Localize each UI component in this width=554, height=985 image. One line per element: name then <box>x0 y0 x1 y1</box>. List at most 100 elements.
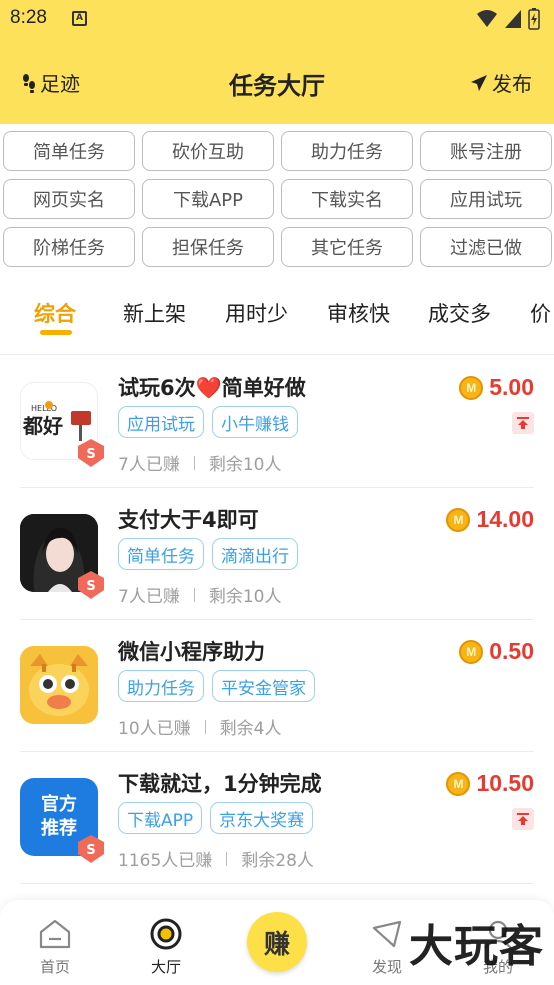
price-value: 5.00 <box>489 374 534 400</box>
meta-divider <box>204 719 206 734</box>
task-meta: 10人已赚 剩余4人 <box>118 714 281 739</box>
task-item[interactable]: 微信小程序助力 助力任务 平安金管家 10人已赚 剩余4人 M 0.50 <box>0 620 554 752</box>
task-title: 试玩6次❤️简单好做 <box>118 376 306 400</box>
discover-icon <box>372 920 402 948</box>
coin-icon: M <box>446 771 471 796</box>
watermark-logo: 大玩客 <box>409 921 544 972</box>
official-recommend-label: 官方推荐 <box>41 794 77 839</box>
status-indicators <box>476 8 540 30</box>
earned-count: 7人已赚 <box>118 587 180 607</box>
wifi-icon <box>477 10 497 27</box>
task-meta: 1165人已赚 剩余28人 <box>118 846 314 871</box>
signal-icon <box>505 10 521 28</box>
tab-new[interactable]: 新上架 <box>123 298 186 328</box>
tab-less-time[interactable]: 用时少 <box>225 298 288 328</box>
category-chip[interactable]: 应用试玩 <box>420 179 552 219</box>
task-tag: 助力任务 <box>118 670 204 702</box>
remaining-count: 剩余28人 <box>241 851 314 871</box>
earned-count: 7人已赚 <box>118 455 180 475</box>
publish-label: 发布 <box>492 72 532 96</box>
nav-hall[interactable]: 大厅 <box>131 918 201 977</box>
task-title: 支付大于4即可 <box>118 508 259 532</box>
category-chip[interactable]: 阶梯任务 <box>3 227 135 267</box>
tab-most-deals[interactable]: 成交多 <box>428 298 491 328</box>
row-divider <box>20 883 534 884</box>
task-item[interactable]: HELLO 都好 S 试玩6次❤️简单好做 应用试玩 小牛赚钱 7人已赚 剩余1… <box>0 356 554 488</box>
category-chip[interactable]: 其它任务 <box>281 227 413 267</box>
task-tag: 下载APP <box>118 802 203 834</box>
shield-badge-icon: S <box>78 571 104 599</box>
publish-button[interactable]: 发布 <box>470 68 532 97</box>
tab-fast-review[interactable]: 审核快 <box>327 298 390 328</box>
remaining-count: 剩余10人 <box>208 587 282 607</box>
category-chip[interactable]: 担保任务 <box>142 227 274 267</box>
tiger-icon <box>20 646 98 724</box>
status-time: 8:28 <box>10 7 47 28</box>
price-value: 10.50 <box>476 770 534 796</box>
top-bar: 足迹 任务大厅 发布 <box>0 38 554 124</box>
coin-icon: M <box>459 375 484 400</box>
category-chip[interactable]: 砍价互助 <box>142 131 274 171</box>
coin-icon: M <box>459 639 484 664</box>
task-price: M 10.50 <box>446 770 534 797</box>
task-app-icon <box>20 646 98 724</box>
category-chip[interactable]: 下载实名 <box>281 179 413 219</box>
task-meta: 7人已赚 剩余10人 <box>118 582 281 607</box>
notification-icon: A <box>72 11 87 26</box>
meta-divider <box>193 455 195 470</box>
pin-top-icon <box>512 808 534 830</box>
task-tag: 京东大奖赛 <box>210 802 314 834</box>
task-tags: 助力任务 平安金管家 <box>118 670 315 702</box>
svg-text:S: S <box>86 843 95 858</box>
battery-icon <box>528 8 540 30</box>
task-tags: 简单任务 滴滴出行 <box>118 538 298 570</box>
task-title: 下载就过，1分钟完成 <box>118 772 322 796</box>
send-icon <box>471 74 487 91</box>
price-value: 0.50 <box>489 638 534 664</box>
earned-count: 10人已赚 <box>118 719 191 739</box>
category-chip[interactable]: 过滤已做 <box>420 227 552 267</box>
task-tag: 小牛赚钱 <box>212 406 298 438</box>
task-tags: 下载APP 京东大奖赛 <box>118 802 314 834</box>
status-bar: 8:28 A <box>0 0 554 38</box>
task-tag: 平安金管家 <box>212 670 315 702</box>
category-chip[interactable]: 下载APP <box>142 179 274 219</box>
nav-hall-label: 大厅 <box>150 958 181 976</box>
svg-text:S: S <box>86 579 95 594</box>
divider <box>0 354 554 355</box>
remaining-count: 剩余10人 <box>208 455 282 475</box>
category-chip[interactable]: 助力任务 <box>281 131 413 171</box>
category-chip[interactable]: 网页实名 <box>3 179 135 219</box>
task-title: 微信小程序助力 <box>118 640 265 664</box>
nav-home[interactable]: 首页 <box>20 918 90 977</box>
active-tab-indicator <box>40 330 72 335</box>
task-price: M 14.00 <box>446 506 534 533</box>
svg-text:HELLO: HELLO <box>31 404 57 413</box>
coin-icon: M <box>446 507 471 532</box>
svg-text:S: S <box>86 447 95 462</box>
task-item[interactable]: S 支付大于4即可 简单任务 滴滴出行 7人已赚 剩余10人 M 14.00 <box>0 488 554 620</box>
home-icon <box>39 919 71 949</box>
meta-divider <box>193 587 195 602</box>
task-meta: 7人已赚 剩余10人 <box>118 450 281 475</box>
sort-tabs: 综合 新上架 用时少 审核快 成交多 价 <box>0 290 554 352</box>
nav-home-label: 首页 <box>39 958 70 976</box>
tab-comprehensive[interactable]: 综合 <box>34 298 76 328</box>
shield-badge-icon: S <box>78 439 104 467</box>
shield-badge-icon: S <box>78 835 104 863</box>
task-price: M 0.50 <box>459 638 534 665</box>
task-tag: 简单任务 <box>118 538 204 570</box>
remaining-count: 剩余4人 <box>219 719 282 739</box>
category-chip[interactable]: 简单任务 <box>3 131 135 171</box>
earned-count: 1165人已赚 <box>118 851 213 871</box>
pin-top-icon <box>512 412 534 434</box>
task-tag: 应用试玩 <box>118 406 204 438</box>
earn-button[interactable]: 赚 <box>247 912 307 972</box>
task-item[interactable]: 官方推荐 S 下载就过，1分钟完成 下载APP 京东大奖赛 1165人已赚 剩余… <box>0 752 554 884</box>
price-value: 14.00 <box>476 506 534 532</box>
category-chip[interactable]: 账号注册 <box>420 131 552 171</box>
hall-icon <box>150 918 182 950</box>
tab-price[interactable]: 价 <box>530 298 551 328</box>
svg-text:都好: 都好 <box>22 414 63 438</box>
category-grid: 简单任务 砍价互助 助力任务 账号注册 网页实名 下载APP 下载实名 应用试玩… <box>3 131 553 267</box>
